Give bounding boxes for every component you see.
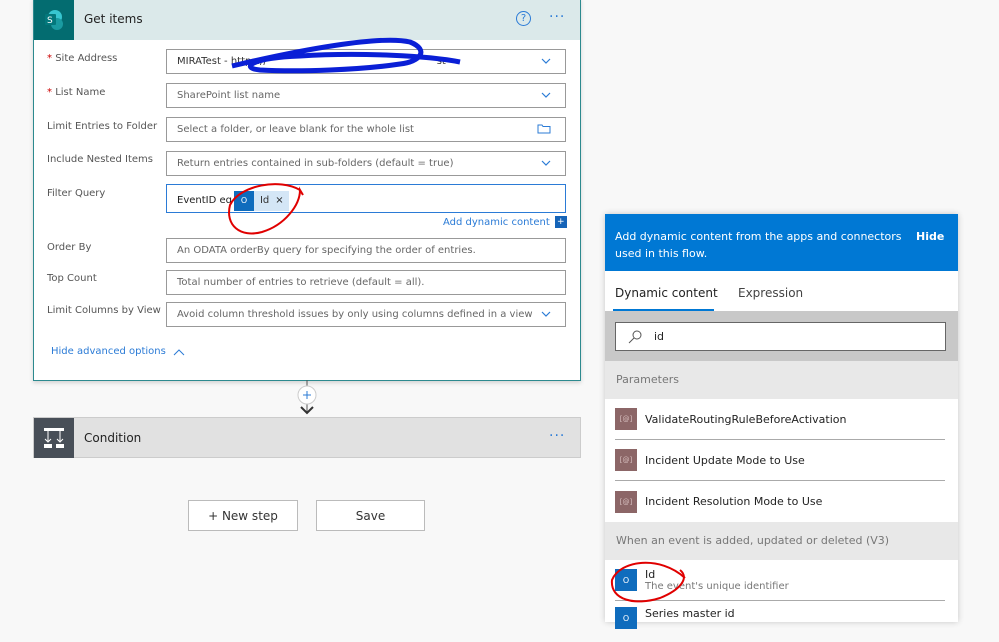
get-items-card: S Get items ? ··· * Site Address MIRATes… [33, 0, 581, 381]
label-list-name: * List Name [47, 87, 106, 98]
list-item[interactable]: [@] Incident Resolution Mode to Use [615, 481, 945, 522]
list-name-dropdown[interactable]: SharePoint list name [166, 83, 566, 108]
sharepoint-icon: S [34, 0, 74, 40]
condition-icon [34, 418, 74, 458]
condition-card[interactable]: Condition ··· [33, 417, 581, 458]
panel-header: Add dynamic content from the apps and co… [605, 214, 958, 271]
more-options-icon[interactable]: ··· [549, 428, 565, 444]
remove-token-icon[interactable]: × [275, 195, 288, 206]
search-area: id [605, 311, 958, 361]
parameter-icon: [@] [615, 490, 637, 513]
card-header[interactable]: S Get items ? ··· [34, 0, 580, 40]
tab-dynamic-content[interactable]: Dynamic content [615, 286, 718, 300]
chevron-down-icon [541, 311, 551, 317]
chevron-down-icon [541, 58, 551, 64]
label-order-by: Order By [47, 242, 92, 253]
label-limit-columns: Limit Columns by View [47, 305, 161, 316]
outlook-icon: O [615, 607, 637, 629]
list-item[interactable]: [@] ValidateRoutingRuleBeforeActivation [615, 399, 945, 440]
search-input[interactable]: id [615, 322, 946, 351]
limit-columns-dropdown[interactable]: Avoid column threshold issues by only us… [166, 302, 566, 327]
folder-input[interactable]: Select a folder, or leave blank for the … [166, 117, 566, 142]
label-nested-items: Include Nested Items [47, 154, 153, 165]
new-step-button[interactable]: + New step [188, 500, 298, 531]
insert-step-connector[interactable] [295, 380, 319, 417]
card-title: Get items [84, 12, 143, 26]
order-by-input[interactable]: An ODATA orderBy query for specifying th… [166, 238, 566, 263]
parameter-icon: [@] [615, 408, 637, 430]
add-dynamic-content-link[interactable]: Add dynamic content + [443, 216, 567, 228]
label-site-address: * Site Address [47, 53, 118, 64]
tab-expression[interactable]: Expression [738, 286, 803, 300]
hide-button[interactable]: Hide [916, 230, 944, 243]
section-event-trigger: When an event is added, updated or delet… [605, 522, 958, 560]
section-parameters: Parameters [605, 361, 958, 399]
outlook-icon: O [233, 190, 254, 211]
nested-items-dropdown[interactable]: Return entries contained in sub-folders … [166, 151, 566, 176]
label-limit-folder: Limit Entries to Folder [47, 121, 158, 132]
hide-advanced-options-link[interactable]: Hide advanced options [51, 346, 185, 357]
top-count-input[interactable]: Total number of entries to retrieve (def… [166, 270, 566, 295]
dynamic-content-panel: Add dynamic content from the apps and co… [605, 214, 958, 629]
save-button[interactable]: Save [316, 500, 425, 531]
list-item[interactable]: O Id The event's unique identifier [615, 560, 945, 601]
help-icon[interactable]: ? [516, 11, 531, 26]
search-icon [628, 330, 642, 343]
list-item[interactable]: [@] Incident Update Mode to Use [615, 440, 945, 481]
parameter-icon: [@] [615, 449, 637, 471]
chevron-down-icon [541, 92, 551, 98]
filter-query-input[interactable]: EventID eq O Id × [166, 184, 566, 213]
condition-title: Condition [84, 431, 142, 445]
plus-icon: + [554, 216, 567, 228]
folder-icon[interactable] [537, 124, 551, 134]
label-top-count: Top Count [47, 273, 97, 284]
chevron-down-icon [541, 160, 551, 166]
outlook-icon: O [615, 569, 637, 591]
svg-text:S: S [47, 16, 53, 26]
label-filter-query: Filter Query [47, 188, 106, 199]
site-address-dropdown[interactable]: MIRATest - https://st [166, 49, 566, 74]
chevron-up-icon [173, 348, 185, 355]
more-options-icon[interactable]: ··· [549, 9, 565, 25]
dynamic-token-id[interactable]: O Id × [233, 190, 289, 211]
